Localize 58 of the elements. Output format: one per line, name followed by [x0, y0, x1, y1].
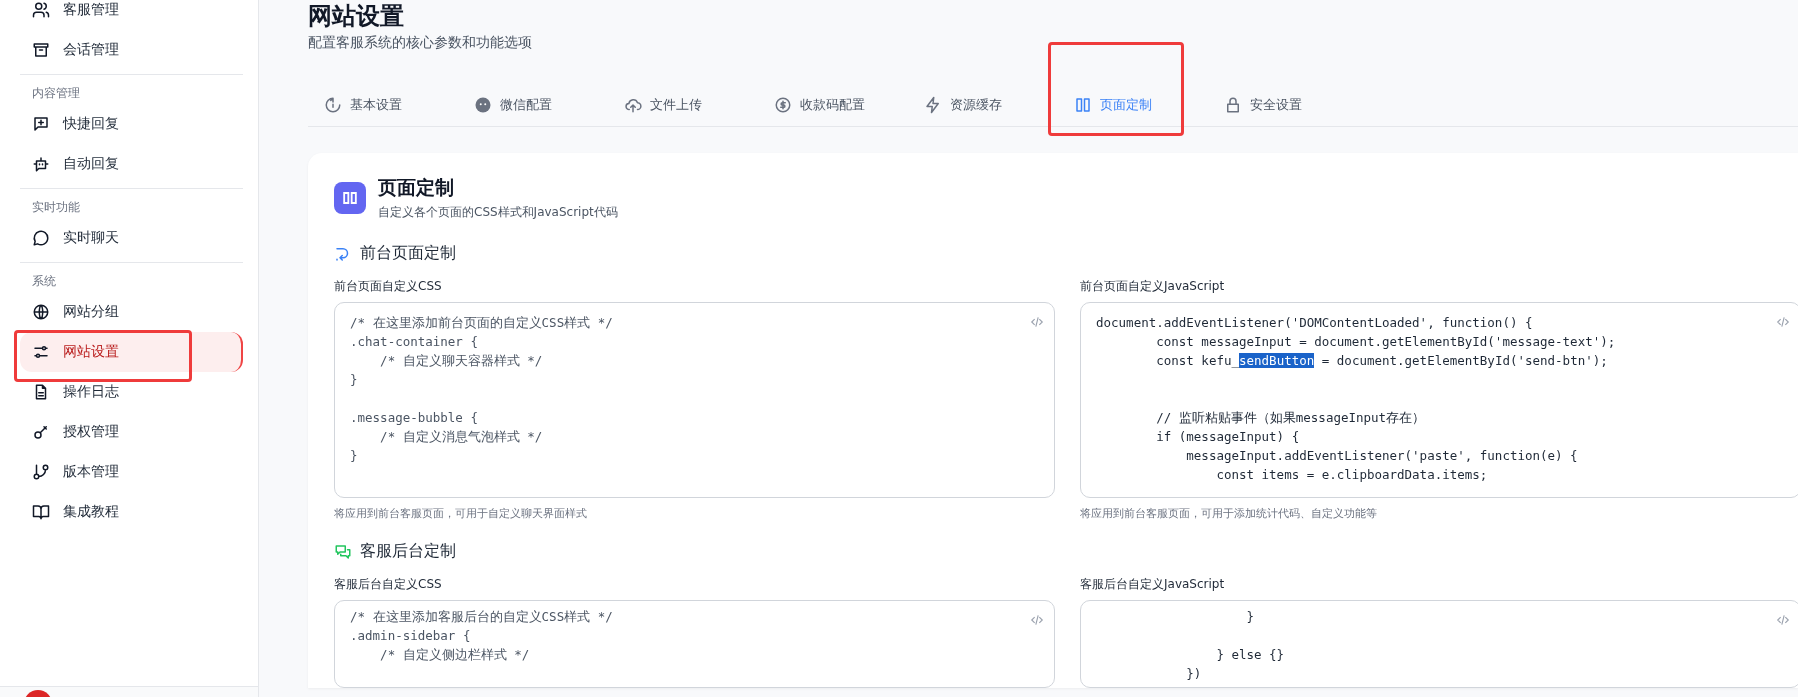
sliders-icon [32, 343, 50, 361]
archive-box-icon [32, 41, 50, 59]
code-editor[interactable]: /* 在这里添加客服后台的自定义CSS样式 */ .admin-sidebar { /* 自定义侧边栏样式 */ [334, 600, 1055, 688]
sidebar-item[interactable]: 会话管理 [20, 30, 243, 70]
sidebar-item[interactable]: 自动回复 [20, 144, 243, 184]
section-heading: 前台页面定制 [360, 243, 456, 264]
page-title: 网站设置 [308, 1, 405, 32]
page-subtitle: 配置客服系统的核心参数和功能选项 [308, 34, 533, 52]
users-icon [32, 1, 50, 19]
sidebar-item[interactable]: 客服管理 [20, 0, 243, 30]
columns-icon [334, 182, 366, 214]
tab[interactable]: 页面定制 [1058, 84, 1208, 126]
sidebar-item[interactable]: 网站分组 [20, 292, 243, 332]
tab[interactable]: 基本设置 [308, 84, 458, 126]
field-label: 客服后台自定义CSS [334, 576, 443, 593]
branch-icon [32, 463, 50, 481]
sidebar-item[interactable]: 快捷回复 [20, 104, 243, 144]
sidebar-heading: 内容管理 [31, 85, 81, 102]
code-icon [1030, 315, 1044, 329]
robot-icon [32, 155, 50, 173]
key-icon [32, 423, 50, 441]
sidebar-item[interactable]: 版本管理 [20, 452, 243, 492]
refresh-icon [324, 96, 342, 114]
chat-dots-icon [474, 96, 492, 114]
sidebar-item[interactable]: 集成教程 [20, 492, 243, 532]
globe-icon [32, 303, 50, 321]
card-title: 页面定制 [378, 175, 455, 200]
message-plus-icon [32, 115, 50, 133]
chat-bubbles-icon [334, 542, 352, 561]
field-label: 客服后台自定义JavaScript [1080, 576, 1226, 593]
tab[interactable]: 微信配置 [458, 84, 608, 126]
code-icon [1776, 315, 1790, 329]
sidebar-item[interactable]: 实时聊天 [20, 218, 243, 258]
dollar-icon [774, 96, 792, 114]
tab[interactable]: 资源缓存 [908, 84, 1058, 126]
code-icon [1776, 613, 1790, 627]
cloud-upload-icon [624, 96, 642, 114]
field-hint: 将应用到前台客服页面，可用于添加统计代码、自定义功能等 [1080, 506, 1378, 521]
columns-icon [1074, 96, 1092, 114]
tab[interactable]: 文件上传 [608, 84, 758, 126]
book-icon [32, 503, 50, 521]
sidebar-heading: 实时功能 [31, 199, 81, 216]
section-heading: 客服后台定制 [360, 541, 456, 562]
field-label: 前台页面自定义JavaScript [1080, 278, 1226, 295]
tab[interactable]: 安全设置 [1208, 84, 1358, 126]
sidebar-heading: 系统 [31, 273, 57, 290]
code-editor[interactable]: /* 在这里添加前台页面的自定义CSS样式 */ .chat-container { /* 自定义聊天容器样式 */ } .message-bubble { /* 自定义消息气泡样式 */ } [334, 302, 1055, 498]
sidebar-item[interactable]: 授权管理 [20, 412, 243, 452]
chat-bubble-icon [32, 229, 50, 247]
card-subtitle: 自定义各个页面的CSS样式和JavaScript代码 [378, 204, 618, 221]
field-label: 前台页面自定义CSS [334, 278, 443, 295]
lock-icon [1224, 96, 1242, 114]
sidebar-item[interactable]: 网站设置 [20, 332, 243, 372]
lightning-icon [924, 96, 942, 114]
sidebar-item[interactable]: 操作日志 [20, 372, 243, 412]
code-icon [1030, 613, 1044, 627]
field-hint: 将应用到前台客服页面，可用于自定义聊天界面样式 [334, 506, 588, 521]
tab[interactable]: 收款码配置 [758, 84, 908, 126]
